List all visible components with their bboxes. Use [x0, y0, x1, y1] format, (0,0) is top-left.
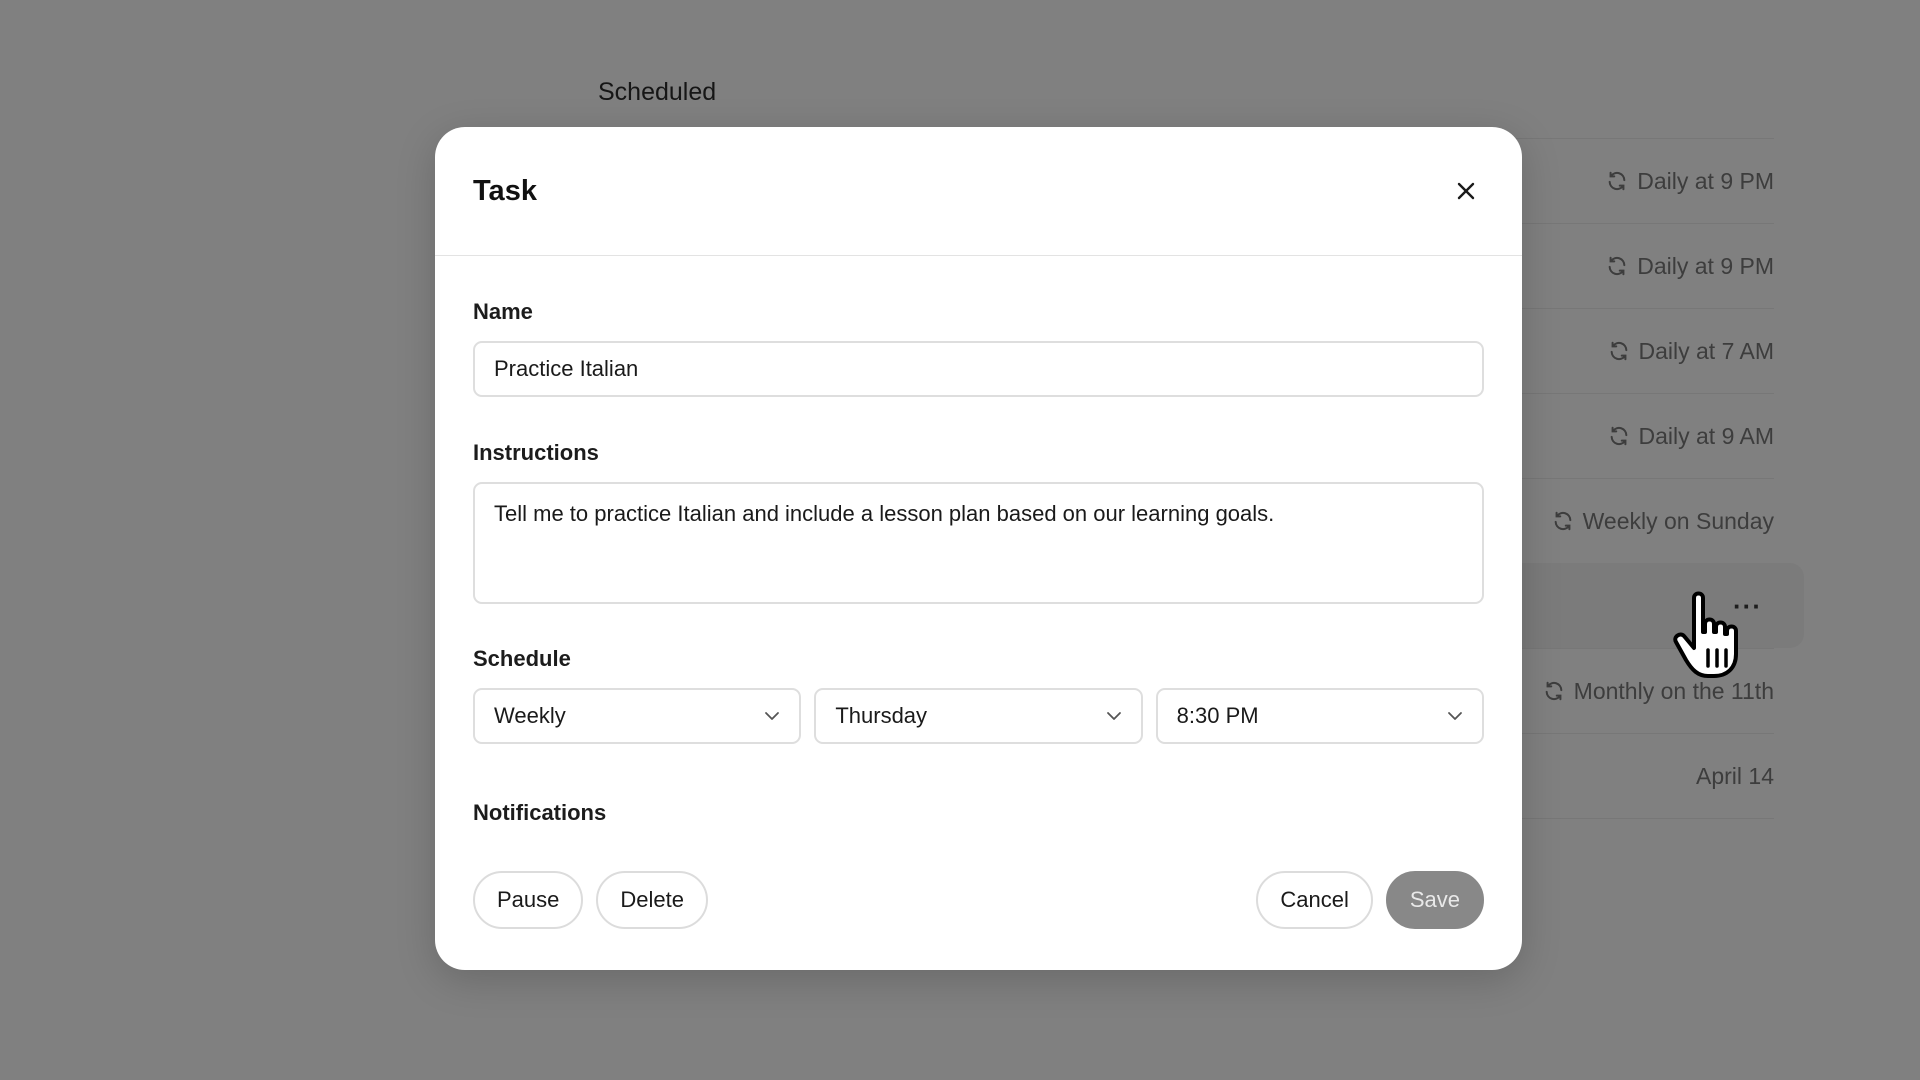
time-value: 8:30 PM — [1176, 703, 1259, 728]
schedule-text: Monthly on the 11th — [1573, 677, 1774, 704]
instructions-label: Instructions — [473, 440, 599, 465]
instructions-textarea[interactable]: Tell me to practice Italian and include … — [473, 482, 1484, 604]
cancel-button[interactable]: Cancel — [1256, 871, 1373, 929]
dialog-footer: Pause Delete Cancel Save — [473, 871, 1484, 929]
chevron-down-icon — [1448, 712, 1462, 720]
frequency-value: Weekly — [494, 703, 566, 728]
name-label: Name — [473, 299, 533, 324]
notifications-label: Notifications — [473, 800, 607, 825]
task-dialog: Task Name Practice Italian Instructions … — [435, 127, 1522, 970]
name-value: Practice Italian — [494, 356, 639, 381]
day-value: Thursday — [835, 703, 928, 728]
repeat-icon — [1554, 511, 1571, 531]
schedule-text: Daily at 9 AM — [1638, 422, 1775, 449]
time-select[interactable]: 8:30 PM — [1155, 688, 1484, 744]
close-icon — [1457, 182, 1475, 200]
repeat-icon — [1608, 171, 1626, 191]
page-title: Scheduled — [598, 78, 717, 106]
schedule-text: Daily at 9 PM — [1637, 167, 1774, 194]
right-actions: Cancel Save — [1256, 871, 1484, 929]
dialog-title: Task — [473, 174, 537, 207]
delete-button[interactable]: Delete — [596, 871, 708, 929]
instructions-value: Tell me to practice Italian and include … — [494, 501, 1275, 526]
close-button[interactable] — [1448, 173, 1484, 209]
schedule-text: Daily at 7 AM — [1638, 337, 1775, 364]
repeat-icon — [1545, 681, 1563, 701]
frequency-select[interactable]: Weekly — [473, 688, 802, 744]
save-button[interactable]: Save — [1385, 871, 1484, 929]
schedule-label: Schedule — [473, 646, 571, 671]
repeat-icon — [1610, 426, 1627, 446]
dialog-header: Task — [435, 127, 1522, 256]
left-actions: Pause Delete — [473, 871, 708, 929]
repeat-icon — [1610, 341, 1627, 361]
name-input[interactable]: Practice Italian — [473, 341, 1484, 397]
schedule-text: April 14 — [1696, 762, 1774, 789]
hand-pointer-icon — [1673, 591, 1738, 678]
schedule-text: Weekly on Sunday — [1582, 507, 1774, 534]
dialog-body: Name Practice Italian Instructions Tell … — [435, 299, 1522, 826]
chevron-down-icon — [765, 712, 780, 720]
pause-button[interactable]: Pause — [473, 871, 584, 929]
schedule-text: Daily at 9 PM — [1637, 252, 1774, 279]
day-select[interactable]: Thursday — [814, 688, 1143, 744]
schedule-selects: Weekly Thursday 8:30 PM — [473, 688, 1484, 744]
chevron-down-icon — [1106, 712, 1121, 720]
repeat-icon — [1608, 256, 1626, 276]
